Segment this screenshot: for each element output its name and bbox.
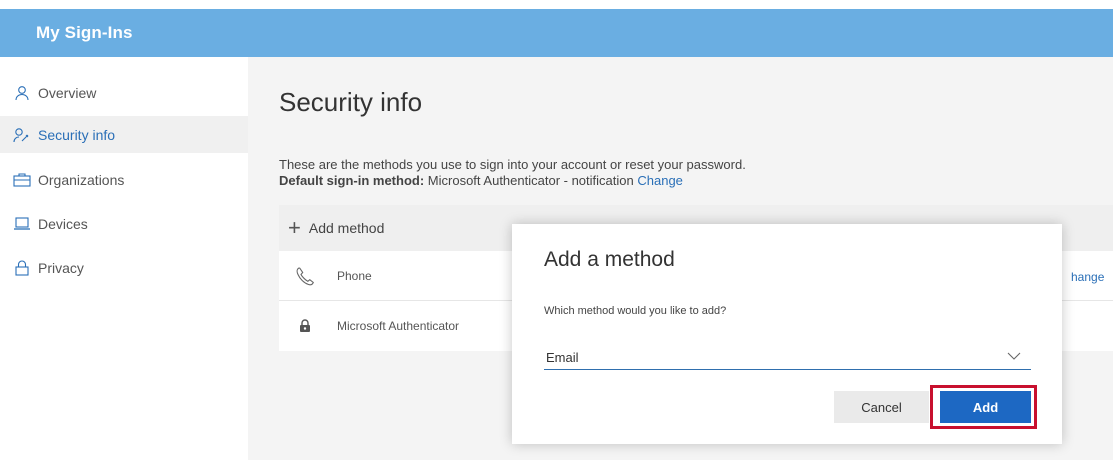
sidebar-item-devices[interactable]: Devices xyxy=(0,205,248,242)
dialog-title: Add a method xyxy=(544,248,675,271)
sidebar-item-label: Organizations xyxy=(38,171,125,188)
sidebar-item-label: Devices xyxy=(38,215,88,232)
add-method-label: Add method xyxy=(308,220,385,236)
selected-method-value: Email xyxy=(546,350,579,365)
method-name: Microsoft Authenticator xyxy=(337,318,460,333)
app-title[interactable]: My Sign-Ins xyxy=(36,23,133,43)
method-select-dropdown[interactable]: Email xyxy=(544,341,1031,370)
sidebar: Overview Security info Organizations Dev… xyxy=(0,57,248,460)
default-method-label: Default sign-in method: xyxy=(279,173,425,188)
sidebar-item-label: Privacy xyxy=(38,259,84,276)
cancel-button[interactable]: Cancel xyxy=(834,391,929,423)
sidebar-item-label: Overview xyxy=(38,84,97,101)
sidebar-item-security-info[interactable]: Security info xyxy=(0,116,248,153)
change-default-method-link[interactable]: Change xyxy=(637,173,683,188)
phone-icon xyxy=(295,266,315,286)
sidebar-item-privacy[interactable]: Privacy xyxy=(0,249,248,286)
sidebar-item-overview[interactable]: Overview xyxy=(0,74,248,111)
briefcase-icon xyxy=(12,172,32,187)
sidebar-item-label: Security info xyxy=(38,126,116,143)
person-icon xyxy=(12,85,32,101)
method-name: Phone xyxy=(337,268,372,283)
laptop-icon xyxy=(12,216,32,231)
default-method-line: Default sign-in method: Microsoft Authen… xyxy=(279,173,683,188)
page-title: Security info xyxy=(279,87,423,117)
security-info-icon xyxy=(12,127,32,143)
default-method-value: Microsoft Authenticator - notification xyxy=(427,173,634,188)
change-phone-link[interactable]: hange xyxy=(1071,270,1113,284)
plus-icon: + xyxy=(288,215,301,240)
dialog-question: Which method would you like to add? xyxy=(544,305,727,317)
add-button[interactable]: Add xyxy=(940,391,1031,423)
page-subtitle: These are the methods you use to sign in… xyxy=(279,157,746,172)
lock-icon xyxy=(12,259,32,276)
add-method-dialog: Add a method Which method would you like… xyxy=(512,224,1062,444)
top-header-bar: My Sign-Ins xyxy=(0,9,1113,57)
chevron-down-icon xyxy=(1007,348,1021,363)
authenticator-icon xyxy=(295,318,315,333)
sidebar-item-organizations[interactable]: Organizations xyxy=(0,161,248,198)
